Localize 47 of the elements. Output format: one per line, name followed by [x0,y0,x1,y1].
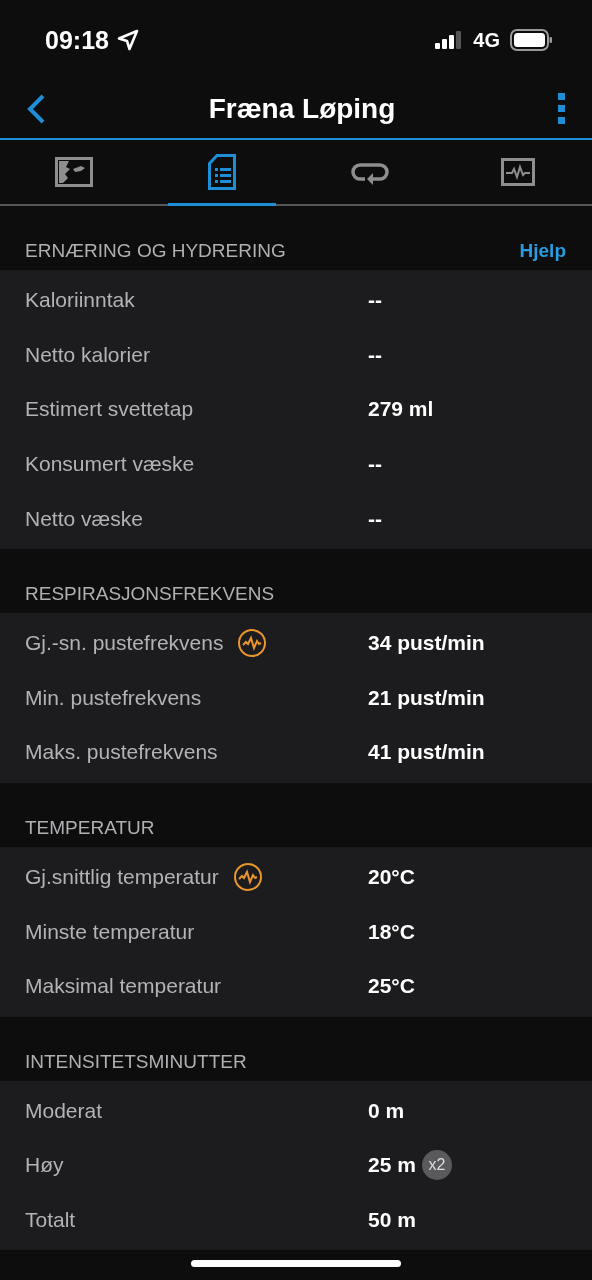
activity-chart-icon[interactable] [232,862,263,893]
stat-value: -- [368,288,382,313]
stat-label: Minste temperatur [25,919,195,944]
stat-label: Totalt [25,1208,76,1232]
stat-label: Konsumert væske [25,452,195,477]
page-title: Fræna Løping [208,93,396,125]
stat-label: Høy [25,1153,64,1178]
stat-value: -- [368,506,382,531]
section-title: ERNÆRING OG HYDRERING [25,240,286,262]
signal-icon [435,31,464,49]
stat-value: 0 m [368,1098,405,1123]
map-icon [55,156,93,187]
help-link[interactable]: Hjelp [519,240,566,262]
stat-value: 25°C [368,974,415,999]
stat-value: 50 m [368,1208,416,1232]
stat-value: 18°C [368,919,415,944]
stat-label: Maks. pustefrekvens [25,740,218,765]
stat-label: Maksimal temperatur [25,974,222,999]
stat-label: Kaloriinntak [25,288,135,313]
stat-label: Estimert svettetap [25,397,194,422]
stat-label: Gj.-sn. pustefrekvens [25,631,224,656]
section-title: INTENSITETSMINUTTER [25,1050,247,1073]
location-arrow-icon [116,29,139,51]
section-title: RESPIRASJONSFREKVENS [25,582,275,605]
stat-value: 279 ml [368,397,434,422]
network-type: 4G [473,28,500,52]
stat-value: -- [368,452,382,477]
stat-value: 34 pust/min [368,631,485,656]
stat-label: Gj.snittlig temperatur [25,865,219,890]
document-list-icon [208,153,236,190]
chart-icon [501,157,535,186]
stat-value: 21 pust/min [368,685,485,710]
section-title: TEMPERATUR [25,816,155,839]
stat-value: -- [368,342,382,367]
multiplier-badge: x2 [421,1150,452,1181]
status-time: 09:18 [45,25,109,55]
stat-value: 25 m [368,1153,416,1178]
stat-label: Moderat [25,1098,103,1123]
stat-label: Min. pustefrekvens [25,685,202,710]
stat-value: 41 pust/min [368,740,485,765]
stat-value: 20°C [368,865,415,890]
back-chevron-icon [26,93,46,125]
more-vertical-icon [558,93,566,125]
stat-label: Netto væske [25,506,143,531]
battery-icon [510,29,552,51]
activity-chart-icon[interactable] [237,628,268,659]
stat-label: Netto kalorier [25,342,150,367]
